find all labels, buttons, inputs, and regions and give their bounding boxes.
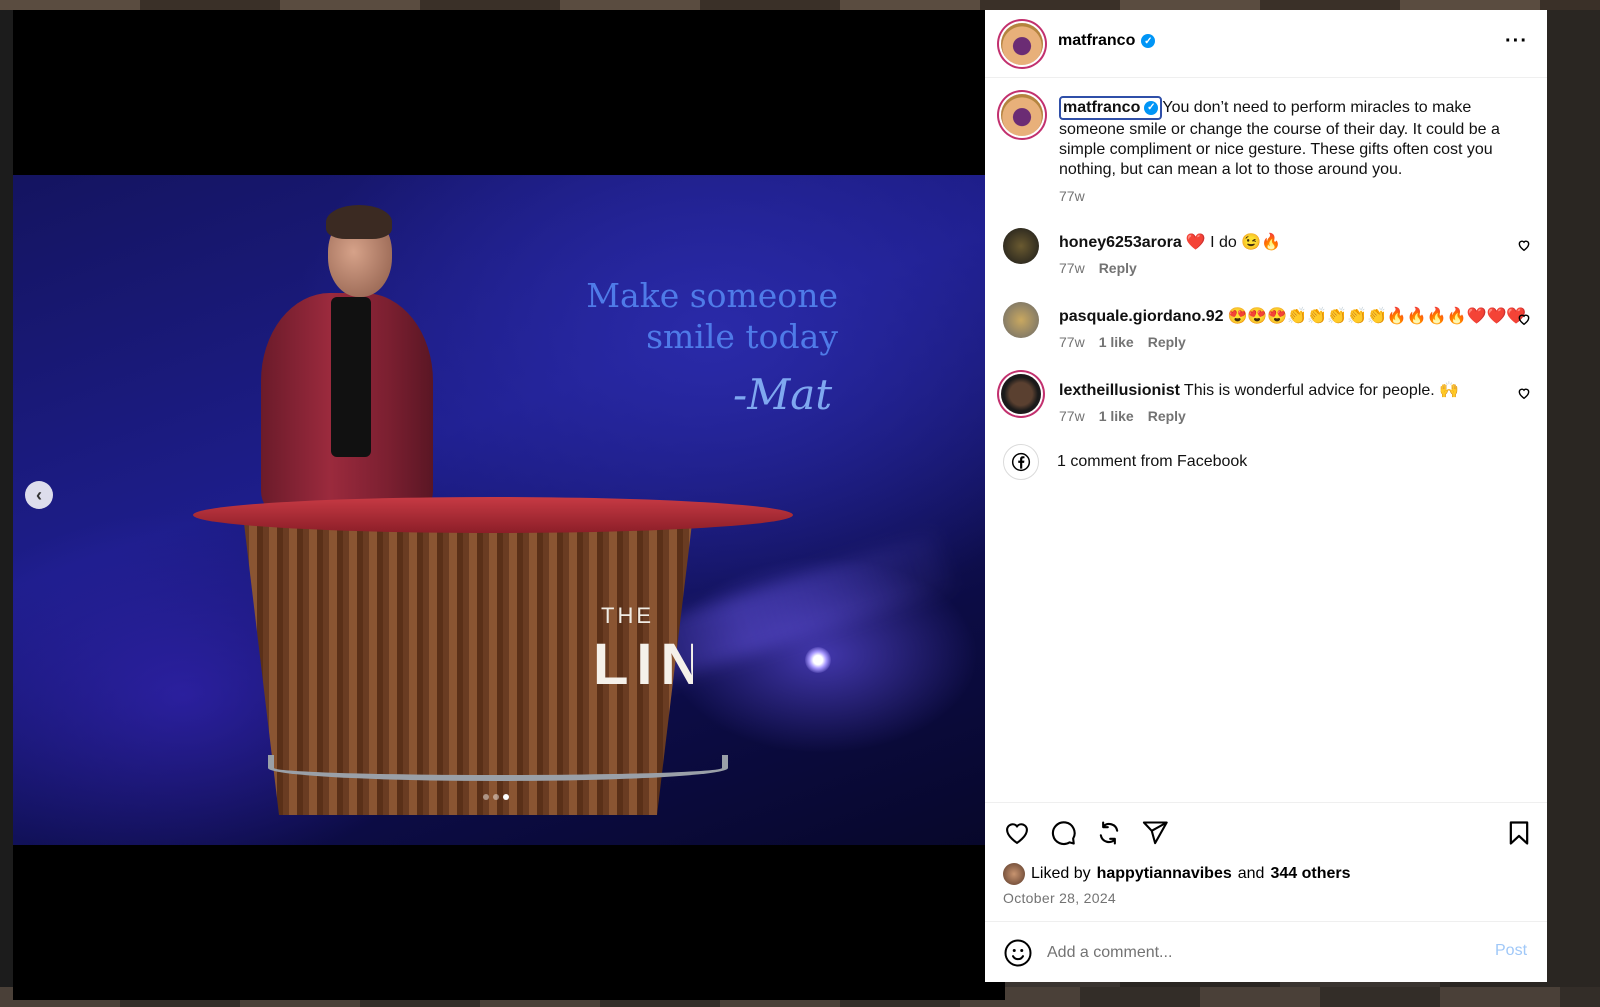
- comment-reply-button[interactable]: Reply: [1148, 334, 1186, 350]
- comment-username[interactable]: lextheillusionist: [1059, 382, 1180, 399]
- liker-avatar[interactable]: [1003, 863, 1025, 885]
- carousel-dot: [483, 794, 489, 800]
- commenter-avatar[interactable]: [1003, 228, 1039, 264]
- commenter-avatar[interactable]: [1003, 302, 1039, 338]
- photo-quote-line1: Make someone: [586, 276, 838, 315]
- comment-body: pasquale.giordano.92 😍😍😍👏👏👏👏👏🔥🔥🔥🔥❤️❤️❤️: [1059, 306, 1526, 326]
- photo-quote-line2: smile today: [646, 317, 838, 356]
- post-date[interactable]: October 28, 2024: [1003, 890, 1116, 906]
- facebook-comments-row[interactable]: 1 comment from Facebook: [1003, 444, 1247, 480]
- comment-meta: 77w Reply: [1059, 260, 1137, 276]
- podium-top: [193, 497, 793, 533]
- post-caption: matfranco ✓ You don’t need to perform mi…: [1059, 96, 1529, 206]
- comment-item: pasquale.giordano.92 😍😍😍👏👏👏👏👏🔥🔥🔥🔥❤️❤️❤️ 7…: [985, 302, 1547, 366]
- post-actions: Liked by happytiannavibes and 344 others…: [985, 802, 1547, 982]
- photo-quote: Make someone smile today: [573, 275, 838, 357]
- emoji-icon[interactable]: [1003, 938, 1033, 968]
- author-username-row: matfranco ✓: [1058, 32, 1156, 50]
- post-comment-button[interactable]: Post: [1495, 942, 1527, 960]
- comment-meta: 77w 1 like Reply: [1059, 334, 1186, 350]
- likes-middle: and: [1237, 865, 1265, 882]
- heart-icon[interactable]: [1517, 386, 1531, 400]
- comment-time[interactable]: 77w: [1059, 260, 1085, 276]
- caption-username[interactable]: matfranco ✓: [1059, 96, 1163, 120]
- carousel-dots: [483, 794, 509, 800]
- comment-text: This is wonderful advice for people. 🙌: [1183, 382, 1460, 399]
- comment-item: lextheillusionist This is wonderful advic…: [985, 374, 1547, 440]
- comment-text: ❤️ I do 😉🔥: [1185, 234, 1282, 251]
- comment-input[interactable]: [1047, 940, 1467, 966]
- comment-time[interactable]: 77w: [1059, 408, 1085, 424]
- post-header: matfranco ✓ ···: [985, 10, 1547, 78]
- heart-icon[interactable]: [1517, 238, 1531, 252]
- carousel-dot: [493, 794, 499, 800]
- bookmark-icon[interactable]: [1505, 819, 1533, 847]
- liker-username[interactable]: happytiannavibes: [1097, 865, 1232, 883]
- podium-rail: [268, 755, 728, 781]
- comment-item: honey6253arora ❤️ I do 😉🔥 77w Reply: [985, 228, 1547, 292]
- performer-shirt: [331, 297, 371, 457]
- comment-reply-button[interactable]: Reply: [1148, 408, 1186, 424]
- photo-signature: -Mat: [733, 370, 833, 419]
- comment-reply-button[interactable]: Reply: [1099, 260, 1137, 276]
- chevron-left-icon: ‹: [36, 484, 42, 505]
- backdrop-top-strip: [0, 0, 1600, 10]
- likes-others[interactable]: 344 others: [1270, 865, 1350, 883]
- carousel-prev-button[interactable]: ‹: [25, 481, 53, 509]
- repost-icon[interactable]: [1095, 819, 1123, 847]
- author-avatar[interactable]: [1001, 23, 1043, 65]
- caption-username-text: matfranco: [1063, 99, 1141, 116]
- share-icon[interactable]: [1141, 819, 1169, 847]
- comment-icon[interactable]: [1049, 819, 1077, 847]
- author-username[interactable]: matfranco: [1058, 32, 1135, 50]
- performer-hair: [326, 205, 392, 239]
- facebook-icon: [1003, 444, 1039, 480]
- action-icons: [1003, 819, 1169, 847]
- more-icon[interactable]: ···: [1505, 30, 1528, 53]
- comment-username[interactable]: honey6253arora: [1059, 234, 1182, 251]
- verified-icon: ✓: [1144, 101, 1159, 115]
- caption-time[interactable]: 77w: [1059, 186, 1529, 206]
- comment-text: 😍😍😍👏👏👏👏👏🔥🔥🔥🔥❤️❤️❤️: [1227, 308, 1527, 325]
- comment-body: honey6253arora ❤️ I do 😉🔥: [1059, 232, 1281, 252]
- post-photo: Make someone smile today -Mat THE LING: [13, 175, 1005, 845]
- carousel-dot-active: [503, 794, 509, 800]
- comment-meta: 77w 1 like Reply: [1059, 408, 1186, 424]
- post-side-panel: matfranco ✓ ··· matfranco ✓ You don’t ne…: [985, 10, 1547, 982]
- heart-icon[interactable]: [1003, 819, 1031, 847]
- facebook-comments-label: 1 comment from Facebook: [1057, 453, 1248, 470]
- stage-light: [805, 647, 831, 673]
- podium-text-name: LING: [593, 632, 693, 697]
- likes-prefix: Liked by: [1031, 865, 1091, 882]
- heart-icon[interactable]: [1517, 312, 1531, 326]
- likes-summary: Liked by happytiannavibes and 344 others: [1003, 863, 1351, 885]
- commenter-avatar[interactable]: [1001, 374, 1041, 414]
- comment-composer: Post: [985, 921, 1547, 983]
- podium-text-the: THE: [601, 603, 654, 628]
- verified-icon: ✓: [1141, 34, 1156, 48]
- post-media: Make someone smile today -Mat THE LING ‹: [13, 10, 1005, 1000]
- comment-like-count[interactable]: 1 like: [1099, 408, 1134, 424]
- caption-avatar[interactable]: [1001, 94, 1043, 136]
- comment-body: lextheillusionist This is wonderful advic…: [1059, 380, 1459, 400]
- comment-username[interactable]: pasquale.giordano.92: [1059, 308, 1223, 325]
- comment-time[interactable]: 77w: [1059, 334, 1085, 350]
- comment-like-count[interactable]: 1 like: [1099, 334, 1134, 350]
